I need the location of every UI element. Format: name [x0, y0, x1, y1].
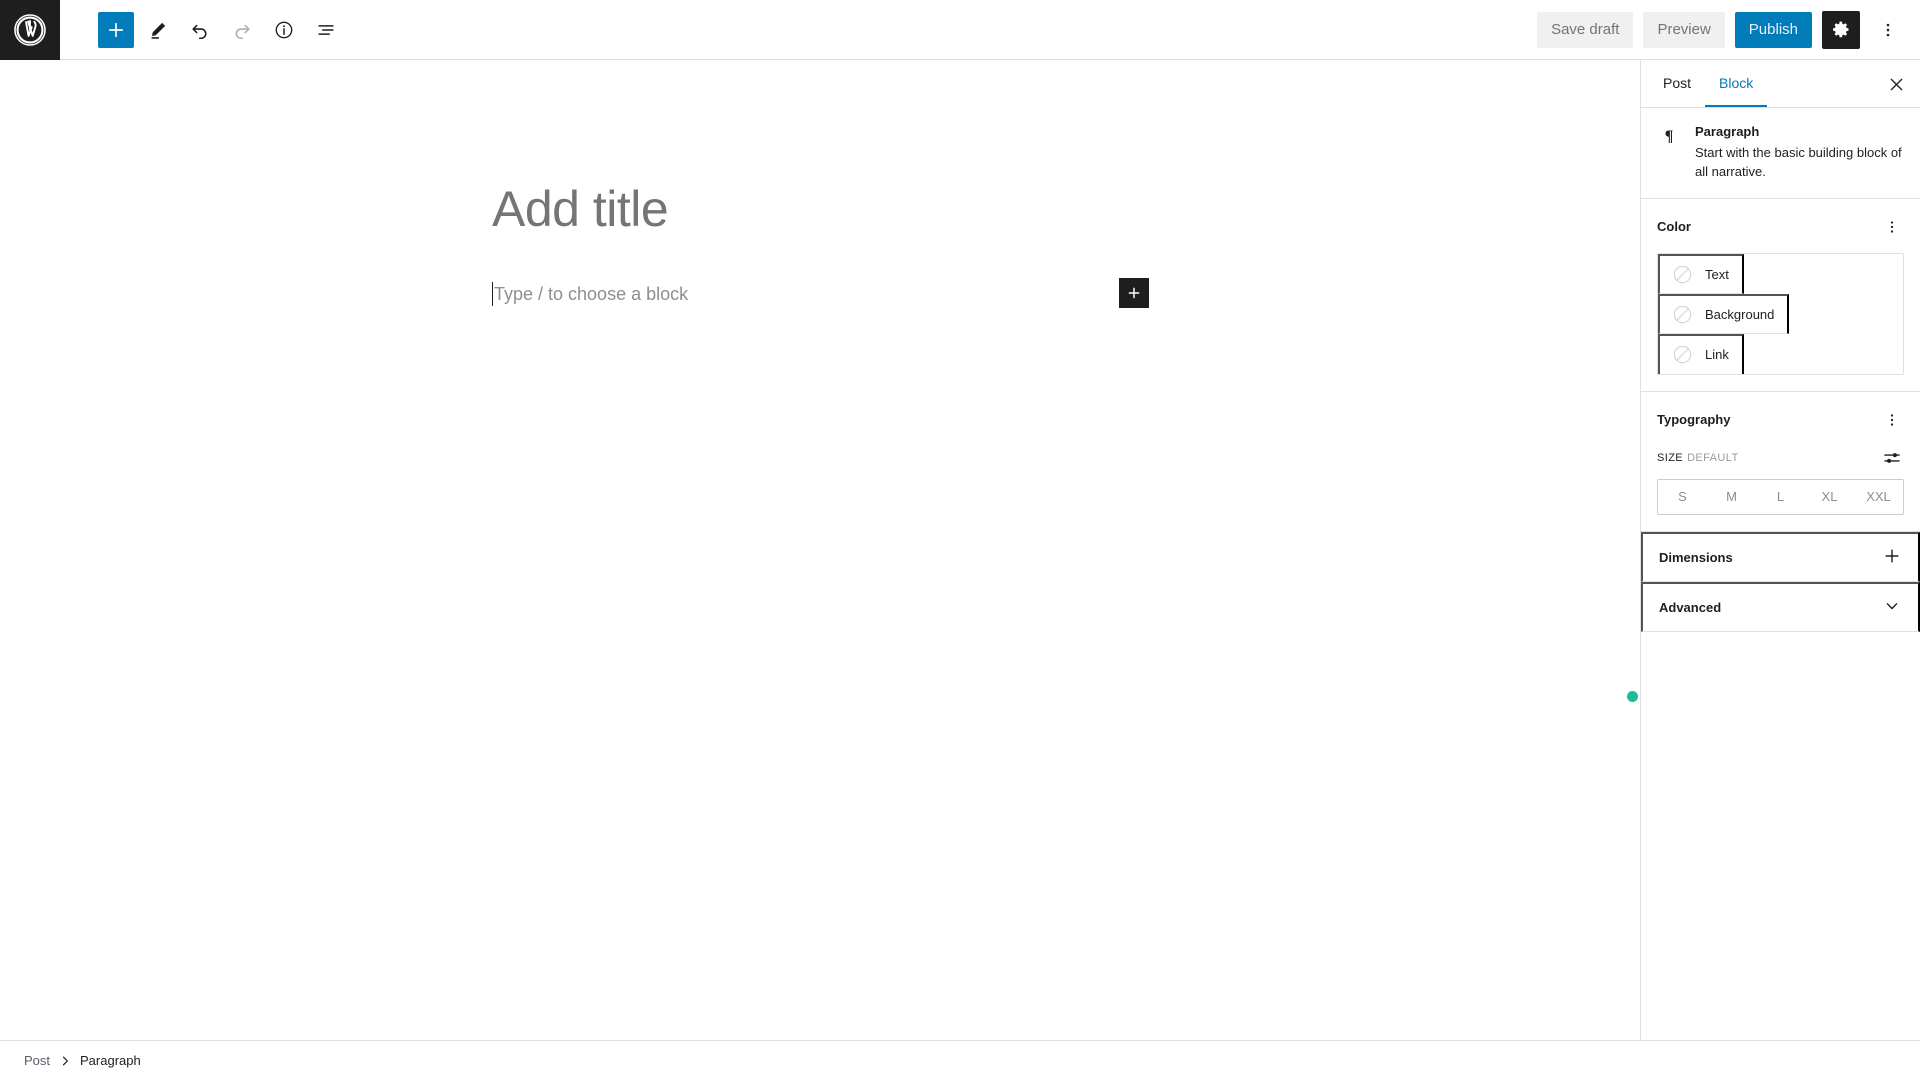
color-option-link[interactable]: Link	[1658, 333, 1744, 374]
text-caret	[492, 282, 493, 306]
paragraph-pilcrow-icon: ¶	[1657, 124, 1681, 146]
chevron-right-icon	[58, 1054, 72, 1068]
color-panel-header: Color	[1657, 215, 1904, 239]
color-option-background[interactable]: Background	[1658, 293, 1790, 334]
font-size-m[interactable]: M	[1707, 480, 1756, 514]
header-actions: Save draft Preview Publish	[1537, 10, 1920, 49]
font-size-label: SIZE DEFAULT	[1657, 452, 1739, 464]
editor-canvas[interactable]: Add title Type / to choose a block ?	[0, 60, 1640, 1040]
color-options-list: Text Background Link	[1657, 252, 1904, 375]
block-type-text: Paragraph Start with the basic building …	[1695, 124, 1904, 182]
custom-font-size-sliders-tune-icon[interactable]	[1880, 446, 1904, 470]
color-panel: Color Text Background Link	[1641, 199, 1920, 392]
font-size-l[interactable]: L	[1756, 480, 1805, 514]
mouse-cursor-indicator	[1627, 691, 1638, 702]
tools-edit-pencil-icon[interactable]	[140, 12, 176, 48]
empty-color-circle-icon	[1673, 305, 1692, 324]
block-type-card: ¶ Paragraph Start with the basic buildin…	[1641, 108, 1920, 199]
dimensions-panel-title: Dimensions	[1659, 549, 1733, 565]
typography-panel-title: Typography	[1657, 412, 1731, 428]
block-inserter-toggle[interactable]	[98, 11, 134, 48]
dimensions-plus-icon	[1882, 546, 1902, 569]
settings-sidebar: Post Block ¶ Paragraph Start with the ba…	[1640, 60, 1920, 1040]
empty-color-circle-icon	[1673, 345, 1692, 364]
list-view-icon[interactable]	[308, 12, 344, 48]
wordpress-block-editor: Save draft Preview Publish Add title Typ…	[0, 0, 1920, 1080]
advanced-panel-title: Advanced	[1659, 599, 1722, 615]
header-tool-group	[60, 11, 344, 48]
font-size-header: SIZE DEFAULT	[1657, 446, 1904, 470]
breadcrumb-item-paragraph[interactable]: Paragraph	[80, 1053, 141, 1068]
color-option-text[interactable]: Text	[1658, 253, 1744, 294]
color-panel-title: Color	[1657, 219, 1691, 235]
block-appender-plus-icon[interactable]	[1119, 278, 1149, 308]
publish-button[interactable]: Publish	[1734, 11, 1812, 48]
settings-gear-icon[interactable]	[1822, 10, 1860, 49]
font-size-xxl[interactable]: XXL	[1854, 480, 1903, 514]
close-sidebar-icon[interactable]	[1878, 66, 1914, 102]
breadcrumb-item-post[interactable]: Post	[24, 1053, 50, 1068]
typography-panel: Typography SIZE DEFAULT S M L XL XXL	[1641, 392, 1920, 532]
paragraph-block[interactable]: Type / to choose a block	[492, 282, 688, 306]
save-draft-button[interactable]: Save draft	[1537, 11, 1634, 48]
editor-header: Save draft Preview Publish	[0, 0, 1920, 60]
color-option-label: Background	[1705, 306, 1775, 322]
font-size-s[interactable]: S	[1658, 480, 1707, 514]
block-breadcrumb: Post Paragraph	[0, 1040, 1920, 1080]
preview-button[interactable]: Preview	[1643, 11, 1725, 48]
font-size-xl[interactable]: XL	[1805, 480, 1854, 514]
redo-icon[interactable]	[224, 12, 260, 48]
block-type-title: Paragraph	[1695, 124, 1760, 139]
advanced-panel-toggle[interactable]: Advanced	[1641, 581, 1920, 632]
editor-body: Add title Type / to choose a block ? Pos…	[0, 60, 1920, 1040]
typography-panel-header: Typography	[1657, 408, 1904, 432]
block-type-description: Start with the basic building block of a…	[1695, 145, 1902, 179]
svg-text:¶: ¶	[1665, 128, 1674, 145]
tab-block[interactable]: Block	[1705, 60, 1768, 107]
color-option-label: Link	[1705, 347, 1729, 363]
color-panel-kebab-menu-icon[interactable]	[1880, 215, 1904, 239]
sidebar-tab-bar: Post Block	[1641, 60, 1920, 108]
advanced-chevron-down-icon	[1882, 596, 1902, 619]
undo-icon[interactable]	[182, 12, 218, 48]
wordpress-logo-icon[interactable]	[0, 0, 60, 60]
block-placeholder-text: Type / to choose a block	[494, 284, 689, 304]
color-option-label: Text	[1705, 266, 1729, 282]
font-size-key: SIZE	[1657, 451, 1684, 464]
info-icon[interactable]	[266, 12, 302, 48]
more-options-kebab-menu-icon[interactable]	[1870, 12, 1906, 48]
font-size-value: DEFAULT	[1687, 451, 1739, 464]
tab-post[interactable]: Post	[1649, 60, 1705, 107]
typography-panel-kebab-menu-icon[interactable]	[1880, 408, 1904, 432]
post-title-input[interactable]: Add title	[492, 182, 669, 237]
font-size-button-group: S M L XL XXL	[1657, 478, 1904, 515]
dimensions-panel-toggle[interactable]: Dimensions	[1641, 531, 1920, 582]
empty-color-circle-icon	[1673, 265, 1692, 284]
